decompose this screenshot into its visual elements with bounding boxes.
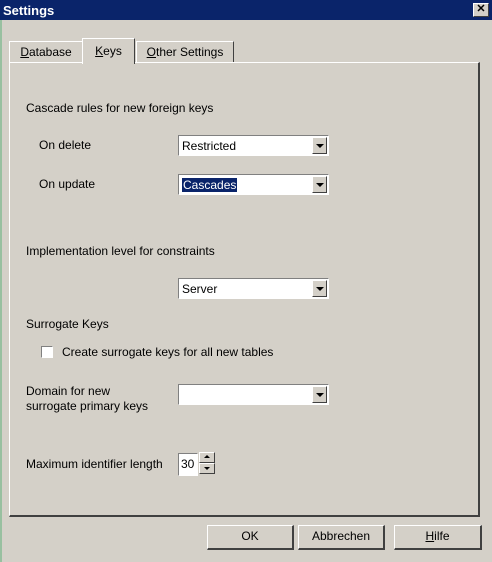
dropdown-arrow-icon[interactable] xyxy=(312,137,327,154)
dropdown-arrow-icon[interactable] xyxy=(312,386,327,403)
background-strip xyxy=(0,20,2,562)
ok-button[interactable]: OK xyxy=(207,525,294,550)
on-update-select[interactable]: Cascades xyxy=(178,174,329,195)
domain-label-line1: Domain for new xyxy=(26,384,111,398)
surrogate-keys-checkbox-label[interactable]: Create surrogate keys for all new tables xyxy=(62,345,273,359)
implementation-level-select[interactable]: Server xyxy=(178,278,329,299)
on-delete-select[interactable]: Restricted xyxy=(178,135,329,156)
on-update-label: On update xyxy=(39,177,96,191)
max-identifier-length-label: Maximum identifier length xyxy=(26,457,163,471)
help-button[interactable]: Hilfe xyxy=(394,525,482,550)
title-bar: Settings ✕ xyxy=(0,0,492,20)
domain-label-line2: surrogate primary keys xyxy=(26,399,149,413)
max-identifier-length-input[interactable]: 30 xyxy=(178,453,198,476)
close-icon: ✕ xyxy=(476,3,486,15)
spin-up-icon[interactable] xyxy=(199,452,215,463)
on-delete-value: Restricted xyxy=(182,139,237,153)
tab-other-settings[interactable]: Other Settings xyxy=(136,41,234,63)
domain-select[interactable] xyxy=(178,384,329,405)
on-update-value: Cascades xyxy=(180,177,239,193)
close-button[interactable]: ✕ xyxy=(473,3,489,17)
cascade-rules-heading: Cascade rules for new foreign keys xyxy=(26,101,214,115)
dropdown-arrow-icon[interactable] xyxy=(312,280,327,297)
surrogate-keys-checkbox[interactable] xyxy=(41,346,53,358)
window-title: Settings xyxy=(3,3,55,18)
dropdown-arrow-icon[interactable] xyxy=(312,176,327,193)
on-delete-label: On delete xyxy=(39,138,92,152)
spin-down-icon[interactable] xyxy=(199,463,215,474)
tab-database[interactable]: Database xyxy=(9,41,83,63)
cancel-button[interactable]: Abbrechen xyxy=(298,525,385,550)
implementation-level-value: Server xyxy=(182,282,218,296)
tab-keys[interactable]: Keys xyxy=(82,38,135,64)
implementation-level-heading: Implementation level for constraints xyxy=(26,244,215,258)
surrogate-keys-heading: Surrogate Keys xyxy=(26,317,109,331)
